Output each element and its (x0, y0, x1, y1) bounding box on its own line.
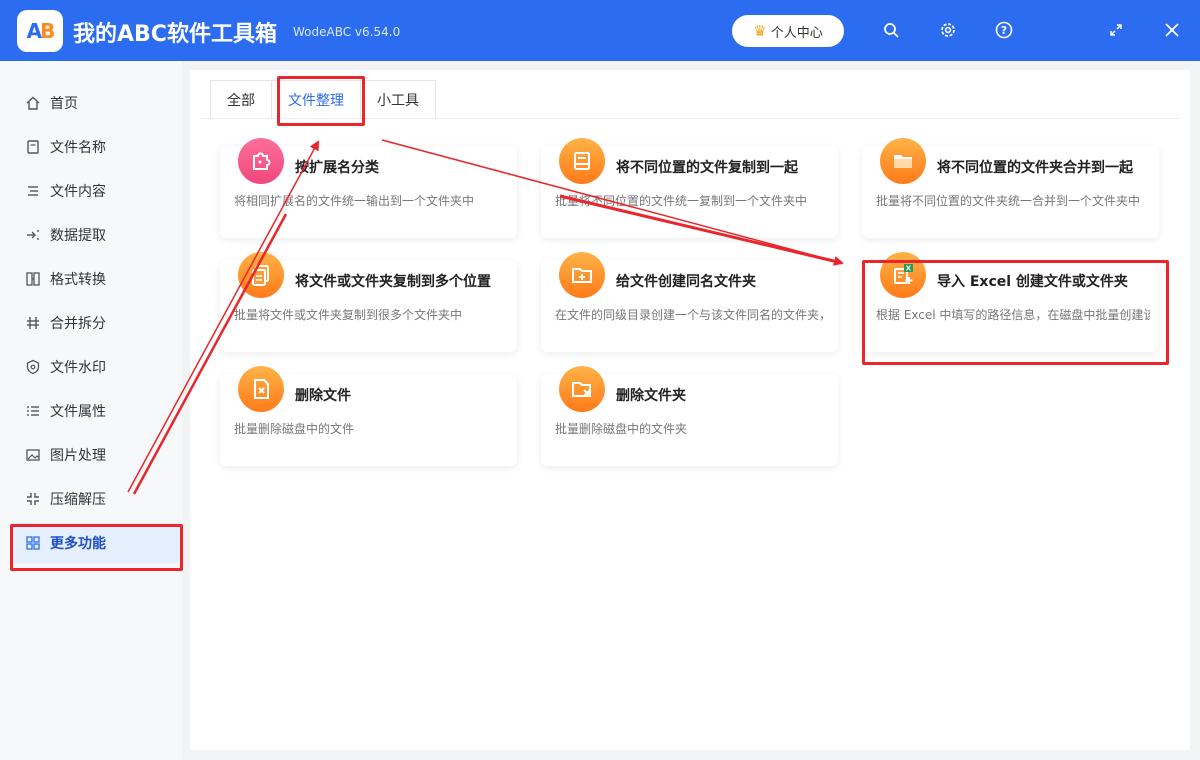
sidebar-item-label: 合并拆分 (50, 316, 106, 332)
format-convert-icon (24, 270, 42, 288)
card-description: 在文件的同级目录创建一个与该文件同名的文件夹， (555, 308, 829, 322)
sidebar-item-label: 格式转换 (50, 272, 106, 288)
card-description: 将相同扩展名的文件统一输出到一个文件夹中 (234, 194, 475, 208)
app-logo: AB (17, 10, 63, 52)
annotation-box-sidebar (10, 524, 183, 571)
help-icon[interactable]: ? (991, 17, 1017, 43)
sidebar-item-label: 文件名称 (50, 140, 106, 156)
crown-icon: ♛ (753, 22, 767, 40)
sidebar-item-5[interactable]: 合并拆分 (12, 303, 180, 343)
app-title: 我的ABC软件工具箱 (73, 22, 277, 47)
title-bar: AB 我的ABC软件工具箱 WodeABC v6.54.0 ♛ 个人中心 ? (0, 0, 1200, 61)
app-version: WodeABC v6.54.0 (293, 25, 401, 39)
tray-icon (559, 138, 605, 184)
copy-icon (238, 252, 284, 298)
user-center-button[interactable]: ♛ 个人中心 (732, 15, 844, 47)
sidebar-item-8[interactable]: 图片处理 (12, 435, 180, 475)
folder-add-icon (559, 252, 605, 298)
user-center-label: 个人中心 (770, 25, 823, 41)
svg-text:?: ? (1001, 24, 1007, 37)
sidebar-item-label: 图片处理 (50, 448, 106, 464)
data-extract-icon (24, 226, 42, 244)
sidebar-item-label: 文件内容 (50, 184, 106, 200)
feature-card[interactable]: 按扩展名分类将相同扩展名的文件统一输出到一个文件夹中 (220, 138, 517, 238)
sidebar-item-label: 压缩解压 (50, 492, 106, 508)
merge-split-icon (24, 314, 42, 332)
card-title: 按扩展名分类 (295, 160, 379, 176)
feature-card[interactable]: 给文件创建同名文件夹在文件的同级目录创建一个与该文件同名的文件夹， (541, 252, 838, 352)
tab-2[interactable]: 小工具 (360, 80, 436, 118)
image-icon (24, 446, 42, 464)
sidebar-item-4[interactable]: 格式转换 (12, 259, 180, 299)
sidebar-item-label: 文件水印 (50, 360, 106, 376)
file-content-icon (24, 182, 42, 200)
card-title: 删除文件夹 (616, 388, 686, 404)
search-icon[interactable] (878, 17, 904, 43)
feature-card[interactable]: 将文件或文件夹复制到多个位置批量将文件或文件夹复制到很多个文件夹中 (220, 252, 517, 352)
sidebar-item-6[interactable]: 文件水印 (12, 347, 180, 387)
sidebar-item-2[interactable]: 文件内容 (12, 171, 180, 211)
card-title: 将不同位置的文件夹合并到一起 (937, 160, 1133, 176)
folder-icon (880, 138, 926, 184)
feature-card[interactable]: 将不同位置的文件复制到一起批量将不同位置的文件统一复制到一个文件夹中 (541, 138, 838, 238)
card-title: 将文件或文件夹复制到多个位置 (295, 274, 491, 290)
feature-card[interactable]: 删除文件夹批量删除磁盘中的文件夹 (541, 366, 838, 466)
sidebar-item-1[interactable]: 文件名称 (12, 127, 180, 167)
tab-0[interactable]: 全部 (210, 80, 272, 118)
card-title: 删除文件 (295, 388, 351, 404)
folder-delete-icon (559, 366, 605, 412)
sidebar-item-label: 数据提取 (50, 228, 106, 244)
gear-icon[interactable] (935, 17, 961, 43)
sidebar-item-label: 文件属性 (50, 404, 106, 420)
sidebar-item-3[interactable]: 数据提取 (12, 215, 180, 255)
annotation-box-tab (277, 76, 365, 126)
home-icon (24, 94, 42, 112)
card-description: 批量将文件或文件夹复制到很多个文件夹中 (234, 308, 463, 322)
sidebar-item-0[interactable]: 首页 (12, 83, 180, 123)
watermark-icon (24, 358, 42, 376)
close-icon[interactable] (1159, 17, 1185, 43)
card-description: 批量删除磁盘中的文件 (234, 422, 355, 436)
sidebar-item-7[interactable]: 文件属性 (12, 391, 180, 431)
card-title: 将不同位置的文件复制到一起 (616, 160, 798, 176)
annotation-box-card (862, 260, 1169, 365)
card-title: 给文件创建同名文件夹 (616, 274, 756, 290)
file-attribute-icon (24, 402, 42, 420)
card-description: 批量将不同位置的文件夹统一合并到一个文件夹中 (876, 194, 1141, 208)
file-name-icon (24, 138, 42, 156)
main-panel: 全部 文件整理 小工具 按扩展名分类 将相同扩展名的文件统一输出到一个文件夹中 将不同位… (190, 70, 1190, 750)
file-delete-icon (238, 366, 284, 412)
feature-card[interactable]: 将不同位置的文件夹合并到一起批量将不同位置的文件夹统一合并到一个文件夹中 (862, 138, 1159, 238)
maximize-icon[interactable] (1103, 17, 1129, 43)
sidebar-item-9[interactable]: 压缩解压 (12, 479, 180, 519)
puzzle-icon (238, 138, 284, 184)
card-description: 批量将不同位置的文件统一复制到一个文件夹中 (555, 194, 808, 208)
feature-card[interactable]: 删除文件批量删除磁盘中的文件 (220, 366, 517, 466)
compress-icon (24, 490, 42, 508)
sidebar-item-label: 首页 (50, 96, 78, 112)
card-description: 批量删除磁盘中的文件夹 (555, 422, 688, 436)
